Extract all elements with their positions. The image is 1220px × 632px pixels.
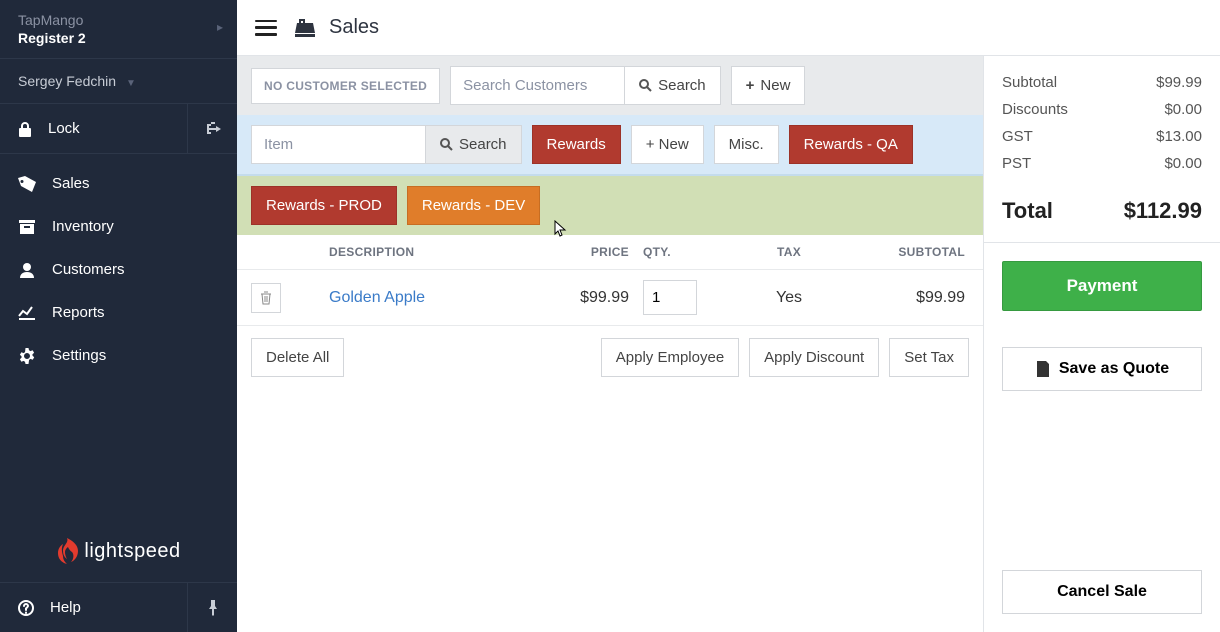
chevron-right-icon: ▸ <box>217 20 223 34</box>
line-item-link[interactable]: Golden Apple <box>329 289 425 306</box>
customer-search-button[interactable]: Search <box>624 66 721 105</box>
brand-block[interactable]: TapMango Register 2 ▸ <box>0 0 237 59</box>
flame-icon <box>56 538 78 564</box>
quote-icon <box>1035 361 1051 377</box>
user-menu[interactable]: Sergey Fedchin ▼ <box>0 59 237 104</box>
table-header: DESCRIPTION PRICE QTY. TAX SUBTOTAL <box>237 235 983 270</box>
gst-row: GST $13.00 <box>1002 128 1202 145</box>
nav-label: Reports <box>52 304 105 321</box>
line-item-tax: Yes <box>719 289 859 307</box>
quick-new-button[interactable]: + New <box>631 125 704 164</box>
delete-all-button[interactable]: Delete All <box>251 338 344 377</box>
page-title: Sales <box>295 16 379 39</box>
totals-panel: Subtotal $99.99 Discounts $0.00 GST $13.… <box>983 56 1220 632</box>
nav-settings[interactable]: Settings <box>0 334 237 377</box>
nav-reports[interactable]: Reports <box>0 291 237 334</box>
nav-label: Settings <box>52 347 106 364</box>
pin-button[interactable] <box>187 583 237 632</box>
save-quote-button[interactable]: Save as Quote <box>1002 347 1202 391</box>
pst-row: PST $0.00 <box>1002 155 1202 172</box>
lock-button[interactable]: Lock <box>0 104 187 153</box>
quick-rewards-prod-button[interactable]: Rewards - PROD <box>251 186 397 225</box>
new-customer-button[interactable]: + New <box>731 66 806 105</box>
cancel-sale-button[interactable]: Cancel Sale <box>1002 570 1202 614</box>
customer-search-input[interactable] <box>450 66 624 105</box>
signout-button[interactable] <box>187 104 237 153</box>
nav-list: Sales Inventory Customers Reports <box>0 154 237 520</box>
quick-buttons-section: Rewards - PROD Rewards - DEV <box>237 176 983 235</box>
line-item-price: $99.99 <box>529 289 629 307</box>
sidebar: TapMango Register 2 ▸ Sergey Fedchin ▼ L… <box>0 0 237 632</box>
lightspeed-logo: lightspeed <box>0 520 237 582</box>
gear-icon <box>18 348 36 364</box>
item-search-input[interactable] <box>251 125 425 164</box>
apply-employee-button[interactable]: Apply Employee <box>601 338 739 377</box>
th-qty: QTY. <box>629 245 719 259</box>
th-price: PRICE <box>529 245 629 259</box>
search-icon <box>440 138 453 151</box>
menu-toggle-button[interactable] <box>255 20 277 36</box>
lock-label: Lock <box>48 120 80 137</box>
grand-total-row: Total $112.99 <box>1002 198 1202 224</box>
quick-rewards-qa-button[interactable]: Rewards - QA <box>789 125 913 164</box>
topbar: Sales <box>237 0 1220 56</box>
nav-customers[interactable]: Customers <box>0 248 237 291</box>
subtotal-row: Subtotal $99.99 <box>1002 74 1202 91</box>
quick-misc-button[interactable]: Misc. <box>714 125 779 164</box>
chart-icon <box>18 306 36 320</box>
plus-icon: + <box>746 77 755 94</box>
brand-name: TapMango <box>18 12 219 28</box>
th-subtotal: SUBTOTAL <box>859 245 969 259</box>
qty-input[interactable] <box>643 280 697 315</box>
line-item-row: Golden Apple $99.99 Yes $99.99 <box>237 270 983 326</box>
help-button[interactable]: Help <box>0 583 187 632</box>
caret-down-icon: ▼ <box>126 78 136 89</box>
payment-button[interactable]: Payment <box>1002 261 1202 311</box>
nav-label: Sales <box>52 175 90 192</box>
nav-inventory[interactable]: Inventory <box>0 205 237 248</box>
logo-text: lightspeed <box>84 540 180 563</box>
apply-discount-button[interactable]: Apply Discount <box>749 338 879 377</box>
user-icon <box>18 262 36 278</box>
delete-line-button[interactable] <box>251 283 281 313</box>
quick-rewards-button[interactable]: Rewards <box>532 125 621 164</box>
archive-icon <box>18 220 36 234</box>
item-search-section: Search Rewards + New Misc. Rewards - QA <box>237 115 983 176</box>
lock-icon <box>18 121 32 137</box>
customer-section: NO CUSTOMER SELECTED Search + New <box>237 56 983 115</box>
search-icon <box>639 79 652 92</box>
help-icon <box>18 600 34 616</box>
th-tax: TAX <box>719 245 859 259</box>
line-actions: Delete All Apply Employee Apply Discount… <box>237 326 983 389</box>
nav-label: Inventory <box>52 218 114 235</box>
line-item-subtotal: $99.99 <box>859 289 969 307</box>
discounts-row: Discounts $0.00 <box>1002 101 1202 118</box>
item-search-button[interactable]: Search <box>425 125 522 164</box>
nav-label: Customers <box>52 261 125 278</box>
trash-icon <box>260 291 272 305</box>
no-customer-label: NO CUSTOMER SELECTED <box>251 68 440 104</box>
tag-icon <box>18 176 36 192</box>
quick-rewards-dev-button[interactable]: Rewards - DEV <box>407 186 540 225</box>
nav-sales[interactable]: Sales <box>0 162 237 205</box>
user-name: Sergey Fedchin <box>18 73 116 89</box>
register-icon <box>295 19 315 37</box>
th-description: DESCRIPTION <box>295 245 529 259</box>
register-name: Register 2 <box>18 30 219 46</box>
set-tax-button[interactable]: Set Tax <box>889 338 969 377</box>
help-label: Help <box>50 599 81 616</box>
